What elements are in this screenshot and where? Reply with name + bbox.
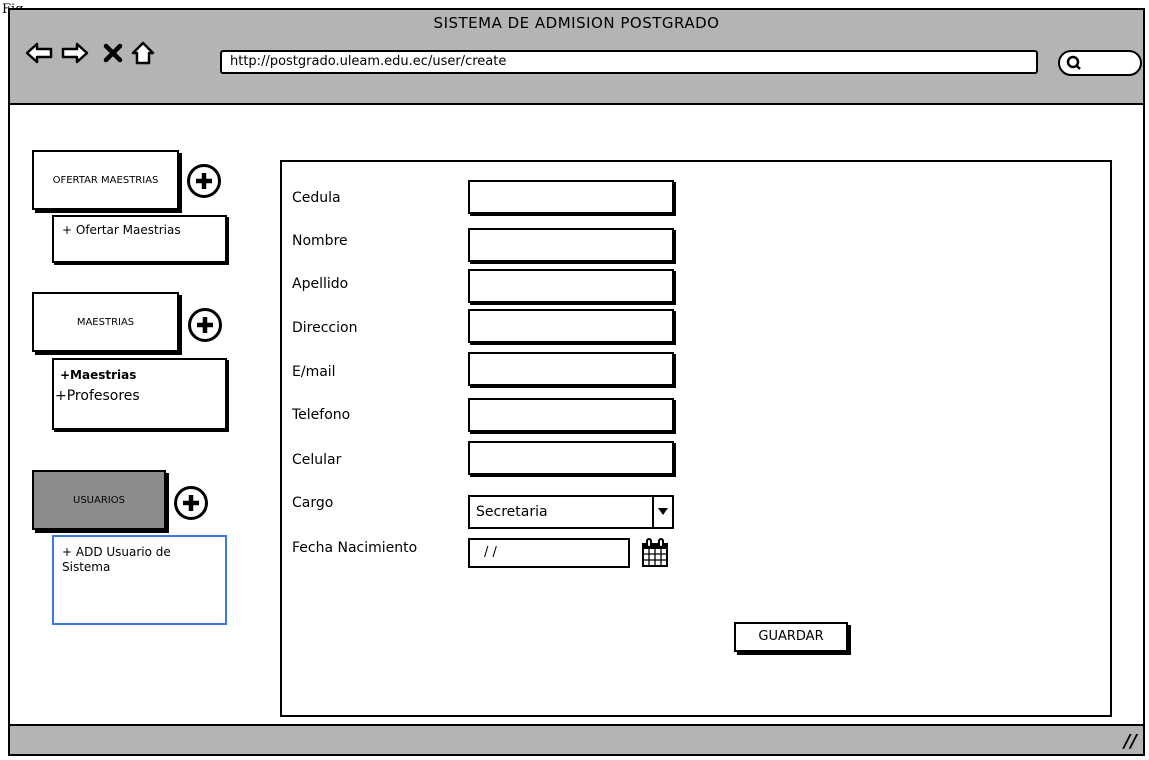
- guardar-button[interactable]: GUARDAR: [734, 622, 848, 652]
- submenu-item-maestrias[interactable]: +Maestrias: [54, 360, 225, 386]
- menu-ofertar-maestrias[interactable]: OFERTAR MAESTRIAS: [32, 150, 179, 210]
- plus-circle-icon[interactable]: [187, 164, 221, 198]
- celular-field[interactable]: [468, 441, 674, 475]
- label-apellido: Apellido: [292, 276, 349, 292]
- submenu-item-profesores[interactable]: +Profesores: [54, 386, 225, 406]
- menu-ofertar-maestrias-label: OFERTAR MAESTRIAS: [52, 174, 159, 186]
- back-arrow-icon[interactable]: [24, 38, 54, 68]
- fecha-nacimiento-value: / /: [484, 545, 497, 560]
- close-x-icon[interactable]: [98, 38, 128, 68]
- label-email: E/mail: [292, 364, 336, 380]
- menu-maestrias[interactable]: MAESTRIAS: [32, 292, 179, 352]
- chevron-down-icon[interactable]: [652, 497, 672, 527]
- email-field[interactable]: [468, 352, 674, 386]
- url-bar[interactable]: http://postgrado.uleam.edu.ec/user/creat…: [220, 50, 1038, 74]
- cedula-field[interactable]: [468, 180, 674, 214]
- telefono-field[interactable]: [468, 398, 674, 432]
- forward-arrow-icon[interactable]: [60, 38, 90, 68]
- label-nombre: Nombre: [292, 233, 348, 249]
- label-cargo: Cargo: [292, 495, 334, 511]
- cargo-select-value: Secretaria: [476, 504, 548, 520]
- home-icon[interactable]: [128, 38, 158, 68]
- submenu-usuarios: + ADD Usuario de Sistema: [52, 535, 227, 625]
- menu-usuarios-label: USUARIOS: [73, 494, 125, 506]
- submenu-item-add-usuario[interactable]: + ADD Usuario de Sistema: [54, 537, 225, 583]
- window-title: SISTEMA DE ADMISION POSTGRADO: [433, 14, 720, 32]
- menu-usuarios[interactable]: USUARIOS: [32, 470, 166, 530]
- label-fecha-nacimiento: Fecha Nacimiento: [292, 540, 418, 556]
- plus-circle-icon[interactable]: [174, 486, 208, 520]
- label-telefono: Telefono: [292, 407, 351, 423]
- browser-toolbar: SISTEMA DE ADMISION POSTGRADO http://pos…: [10, 10, 1143, 105]
- cargo-select[interactable]: Secretaria: [468, 495, 674, 529]
- label-celular: Celular: [292, 452, 342, 468]
- calendar-icon[interactable]: [641, 536, 669, 568]
- status-bar: //: [10, 724, 1143, 754]
- search-icon: [1066, 55, 1082, 75]
- label-direccion: Direccion: [292, 320, 358, 336]
- menu-maestrias-label: MAESTRIAS: [76, 316, 135, 328]
- nombre-field[interactable]: [468, 228, 674, 262]
- submenu-item-ofertar-maestrias[interactable]: + Ofertar Maestrias: [54, 217, 225, 243]
- submenu-ofertar-maestrias: + Ofertar Maestrias: [52, 215, 227, 263]
- user-form: Cedula Nombre Apellido Direccion E/mail …: [280, 160, 1112, 717]
- resize-handle-icon[interactable]: //: [1124, 731, 1137, 752]
- fecha-nacimiento-field[interactable]: / /: [468, 538, 630, 568]
- search-field[interactable]: [1058, 50, 1142, 76]
- submenu-maestrias: +Maestrias +Profesores: [52, 358, 227, 430]
- direccion-field[interactable]: [468, 309, 674, 343]
- apellido-field[interactable]: [468, 269, 674, 303]
- label-cedula: Cedula: [292, 190, 341, 206]
- plus-circle-icon[interactable]: [188, 308, 222, 342]
- browser-window: SISTEMA DE ADMISION POSTGRADO http://pos…: [8, 8, 1145, 756]
